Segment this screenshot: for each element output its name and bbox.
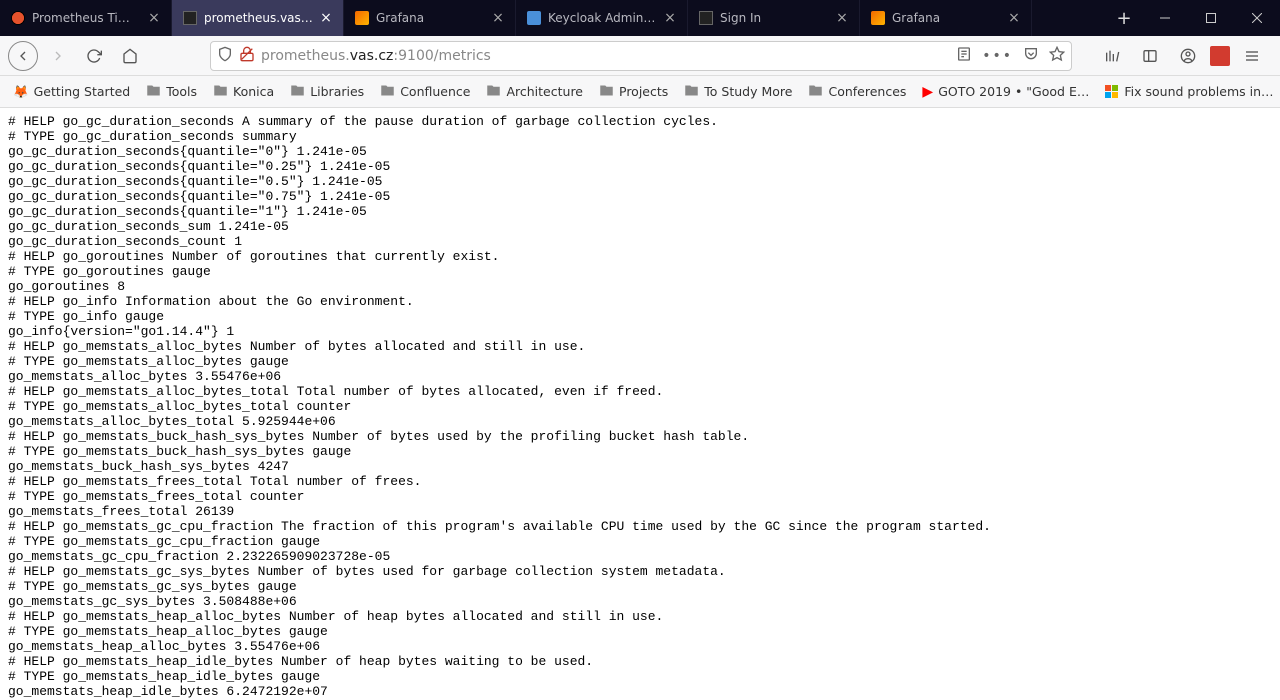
- tab-favicon: [870, 10, 886, 26]
- bookmark-item[interactable]: Conferences: [801, 80, 913, 104]
- bookmark-item[interactable]: Libraries: [283, 80, 371, 104]
- close-tab-icon[interactable]: ×: [663, 11, 677, 25]
- account-icon[interactable]: [1172, 40, 1204, 72]
- folder-icon: [380, 83, 395, 101]
- bookmark-label: Fix sound problems in…: [1124, 84, 1273, 99]
- folder-icon: [808, 83, 823, 101]
- pocket-icon[interactable]: [1023, 46, 1039, 66]
- folder-icon: [684, 83, 699, 101]
- reader-mode-icon[interactable]: [956, 46, 972, 66]
- bookmark-item[interactable]: To Study More: [677, 80, 799, 104]
- home-button[interactable]: [114, 40, 146, 72]
- firefox-icon: 🦊: [13, 84, 29, 100]
- sidebar-icon[interactable]: [1134, 40, 1166, 72]
- folder-icon: [146, 83, 161, 101]
- windows-icon: [1105, 85, 1119, 99]
- bookmark-label: Conferences: [828, 84, 906, 99]
- tab-0[interactable]: Prometheus Time Se ×: [0, 0, 172, 36]
- close-tab-icon[interactable]: ×: [491, 11, 505, 25]
- maximize-button[interactable]: [1188, 0, 1234, 36]
- bookmark-label: Architecture: [506, 84, 583, 99]
- tab-favicon: [182, 10, 198, 26]
- page-content[interactable]: # HELP go_gc_duration_seconds A summary …: [0, 108, 1280, 700]
- extension-ublock-icon[interactable]: [1210, 46, 1230, 66]
- url-text: prometheus.vas.cz:9100/metrics: [261, 48, 950, 64]
- title-bar: Prometheus Time Se×prometheus.vas.cz:910…: [0, 0, 1280, 36]
- bookmark-label: GOTO 2019 • "Good E…: [938, 84, 1089, 99]
- close-tab-icon[interactable]: ×: [319, 11, 333, 25]
- menu-button[interactable]: [1236, 40, 1268, 72]
- folder-icon: [486, 83, 501, 101]
- minimize-button[interactable]: [1142, 0, 1188, 36]
- youtube-icon: ▶: [922, 84, 933, 100]
- tab-label: Grafana: [376, 11, 485, 25]
- library-icon[interactable]: [1096, 40, 1128, 72]
- close-window-button[interactable]: [1234, 0, 1280, 36]
- nav-toolbar: prometheus.vas.cz:9100/metrics •••: [0, 36, 1280, 76]
- bookmark-label: Confluence: [400, 84, 470, 99]
- bookmark-label: To Study More: [704, 84, 792, 99]
- bookmark-item[interactable]: Fix sound problems in…: [1098, 81, 1280, 102]
- tab-label: Grafana: [892, 11, 1001, 25]
- folder-icon: [213, 83, 228, 101]
- tab-label: Keycloak Admin Con: [548, 11, 657, 25]
- tab-favicon: [354, 10, 370, 26]
- close-tab-icon[interactable]: ×: [147, 11, 161, 25]
- tab-label: Sign In: [720, 11, 829, 25]
- bookmark-item[interactable]: Projects: [592, 80, 675, 104]
- tab-favicon: [10, 10, 26, 26]
- reload-button[interactable]: [78, 40, 110, 72]
- bookmark-item[interactable]: ▶ GOTO 2019 • "Good E…: [915, 81, 1096, 103]
- bookmark-label: Tools: [166, 84, 197, 99]
- bookmark-label: Konica: [233, 84, 274, 99]
- tab-favicon: [526, 10, 542, 26]
- tab-4[interactable]: Sign In ×: [688, 0, 860, 36]
- bookmark-label: Projects: [619, 84, 668, 99]
- close-tab-icon[interactable]: ×: [835, 11, 849, 25]
- tab-1[interactable]: prometheus.vas.cz:9100/ ×: [172, 0, 344, 36]
- metrics-text: # HELP go_gc_duration_seconds A summary …: [0, 108, 1280, 700]
- bookmark-item[interactable]: Confluence: [373, 80, 477, 104]
- tab-3[interactable]: Keycloak Admin Con ×: [516, 0, 688, 36]
- bookmark-label: Libraries: [310, 84, 364, 99]
- bookmark-item[interactable]: Konica: [206, 80, 281, 104]
- bookmark-item[interactable]: Architecture: [479, 80, 590, 104]
- forward-button[interactable]: [42, 40, 74, 72]
- tab-5[interactable]: Grafana ×: [860, 0, 1032, 36]
- back-button[interactable]: [8, 41, 38, 71]
- bookmark-star-icon[interactable]: [1049, 46, 1065, 66]
- tab-label: Prometheus Time Se: [32, 11, 141, 25]
- new-tab-button[interactable]: +: [1106, 0, 1142, 36]
- close-tab-icon[interactable]: ×: [1007, 11, 1021, 25]
- tab-2[interactable]: Grafana ×: [344, 0, 516, 36]
- tab-strip: Prometheus Time Se×prometheus.vas.cz:910…: [0, 0, 1106, 36]
- bookmark-item[interactable]: Tools: [139, 80, 204, 104]
- window-controls: [1142, 0, 1280, 36]
- insecure-lock-icon[interactable]: [239, 46, 255, 66]
- bookmark-label: Getting Started: [34, 84, 131, 99]
- folder-icon: [290, 83, 305, 101]
- url-bar[interactable]: prometheus.vas.cz:9100/metrics •••: [210, 41, 1072, 71]
- tracking-shield-icon[interactable]: [217, 46, 233, 66]
- page-actions-icon[interactable]: •••: [982, 48, 1013, 64]
- folder-icon: [599, 83, 614, 101]
- tab-favicon: [698, 10, 714, 26]
- bookmarks-toolbar: 🦊 Getting Started Tools Konica Libraries Conf…: [0, 76, 1280, 108]
- bookmark-item[interactable]: 🦊 Getting Started: [6, 81, 137, 103]
- tab-label: prometheus.vas.cz:9100/: [204, 11, 313, 25]
